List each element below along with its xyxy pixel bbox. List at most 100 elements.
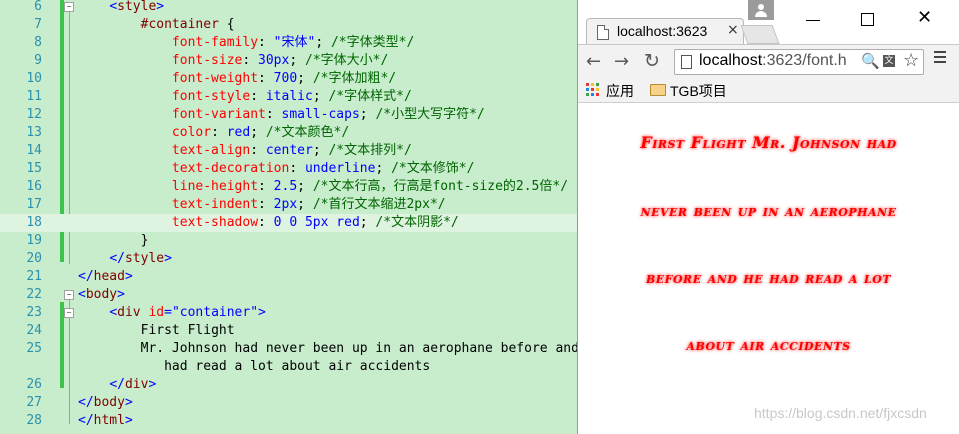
close-window-button[interactable]: ✕ bbox=[917, 7, 932, 28]
code-line[interactable]: 16 line-height: 2.5; /*文本行高，行高是font-size… bbox=[0, 178, 578, 196]
code-token: : bbox=[258, 179, 274, 194]
code-token: </ bbox=[78, 395, 94, 410]
line-number: 15 bbox=[26, 161, 42, 176]
code-token: text-align bbox=[171, 143, 251, 158]
user-icon bbox=[758, 4, 764, 10]
code-line[interactable]: 25 Mr. Johnson had never been up in an a… bbox=[0, 340, 578, 358]
forward-arrow-icon[interactable]: → bbox=[614, 51, 629, 72]
code-token: : bbox=[258, 71, 274, 86]
tab-close-icon[interactable]: × bbox=[727, 22, 739, 38]
bookmarks-bar: 应用 TGB项目 bbox=[578, 78, 959, 103]
code-token: < bbox=[109, 305, 118, 320]
code-text: </style> bbox=[78, 250, 172, 268]
code-token: ; bbox=[297, 71, 313, 86]
code-line[interactable]: 23 − <div id="container"> bbox=[0, 304, 578, 322]
code-line[interactable]: 21 </head> bbox=[0, 268, 578, 286]
code-token: id bbox=[148, 305, 165, 320]
code-token: : bbox=[258, 35, 274, 50]
reload-icon[interactable]: ↻ bbox=[644, 50, 660, 72]
code-line[interactable]: 27 </body> bbox=[0, 394, 578, 412]
code-token: /*首行文本缩进2px*/ bbox=[312, 197, 446, 212]
code-token: ; bbox=[375, 161, 392, 176]
code-line[interactable]: 20 </style> bbox=[0, 250, 578, 268]
zoom-icon[interactable]: 🔍 bbox=[861, 52, 880, 70]
url-text[interactable]: localhost:3623/font.h bbox=[699, 52, 865, 70]
code-token: "宋体" bbox=[273, 35, 316, 50]
page-info-icon[interactable] bbox=[681, 55, 692, 69]
minimize-button[interactable] bbox=[806, 20, 820, 21]
code-line[interactable]: 9 font-size: 30px; /*字体大小*/ bbox=[0, 52, 578, 70]
fold-toggle-icon[interactable]: − bbox=[64, 290, 74, 300]
code-token: /*字体大小*/ bbox=[305, 53, 389, 68]
code-token: > bbox=[148, 377, 157, 392]
code-token: > bbox=[124, 395, 133, 410]
code-token: font-style bbox=[171, 89, 251, 104]
code-token: font-size bbox=[171, 53, 243, 68]
fold-toggle-icon[interactable]: − bbox=[64, 2, 74, 12]
code-line[interactable]: 17 text-indent: 2px; /*首行文本缩进2px*/ bbox=[0, 196, 578, 214]
code-token: </ bbox=[78, 269, 94, 284]
code-line[interactable]: 28 </html> bbox=[0, 412, 578, 430]
address-bar[interactable]: localhost:3623/font.h 🔍 文 ☆ bbox=[674, 49, 924, 75]
code-line[interactable]: 12 font-variant: small-caps; /*小型大写字符*/ bbox=[0, 106, 578, 124]
code-text: <body> bbox=[78, 286, 125, 304]
code-token: div bbox=[124, 377, 149, 392]
code-token: : bbox=[289, 161, 305, 176]
code-line[interactable]: had read a lot about air accidents bbox=[0, 358, 578, 376]
code-token: red bbox=[226, 125, 251, 140]
line-number: 25 bbox=[26, 341, 42, 356]
browser-toolbar: ← → ↻ localhost:3623/font.h 🔍 文 ☆ bbox=[578, 44, 959, 79]
code-token: > bbox=[156, 0, 165, 14]
code-line[interactable]: 11 font-style: italic; /*字体样式*/ bbox=[0, 88, 578, 106]
new-tab-button[interactable] bbox=[740, 25, 780, 44]
maximize-button[interactable] bbox=[861, 13, 874, 26]
line-number: 19 bbox=[26, 233, 42, 248]
bookmark-star-icon[interactable]: ☆ bbox=[903, 50, 919, 71]
code-line[interactable]: 22 − <body> bbox=[0, 286, 578, 304]
bookmark-apps[interactable]: 应用 bbox=[606, 81, 634, 101]
fold-toggle-icon[interactable]: − bbox=[64, 308, 74, 318]
code-token: Mr. Johnson had never been up in an aero… bbox=[140, 341, 578, 356]
code-token: font-variant bbox=[171, 107, 266, 122]
back-arrow-icon[interactable]: ← bbox=[586, 51, 601, 72]
code-token: : bbox=[258, 215, 274, 230]
code-token: body bbox=[93, 395, 125, 410]
code-line[interactable]: 15 text-decoration: underline; /*文本修饰*/ bbox=[0, 160, 578, 178]
code-text: text-shadow: 0 0 5px red; /*文本阴影*/ bbox=[78, 214, 459, 232]
code-line[interactable]: 18 text-shadow: 0 0 5px red; /*文本阴影*/ bbox=[0, 214, 578, 232]
code-token: ; bbox=[312, 89, 329, 104]
code-token: /*文本排列*/ bbox=[328, 143, 412, 158]
code-token: /*文本修饰*/ bbox=[391, 161, 475, 176]
code-editor[interactable]: 6− <style> 7 #container {8 font-family: "… bbox=[0, 0, 578, 434]
code-line[interactable]: 8 font-family: "宋体"; /*字体类型*/ bbox=[0, 34, 578, 52]
code-text: </head> bbox=[78, 268, 133, 286]
translate-icon[interactable]: 文 bbox=[883, 55, 895, 67]
code-line[interactable]: 10 font-weight: 700; /*字体加粗*/ bbox=[0, 70, 578, 88]
apps-grid-icon[interactable] bbox=[586, 83, 600, 97]
code-text: text-decoration: underline; /*文本修饰*/ bbox=[78, 160, 474, 178]
line-number: 22 bbox=[26, 287, 42, 302]
code-token: : bbox=[265, 107, 282, 122]
user-profile-button[interactable] bbox=[748, 0, 774, 20]
menu-icon[interactable] bbox=[934, 51, 946, 66]
code-line[interactable]: 26 </div> bbox=[0, 376, 578, 394]
code-line[interactable]: 14 text-align: center; /*文本排列*/ bbox=[0, 142, 578, 160]
code-line[interactable]: 6 − <style> bbox=[0, 0, 578, 16]
code-line[interactable]: 19 } bbox=[0, 232, 578, 250]
browser-tab[interactable]: localhost:3623 × bbox=[586, 18, 744, 45]
bookmark-folder-tgb[interactable]: TGB项目 bbox=[670, 81, 727, 101]
code-line[interactable]: 7 #container { bbox=[0, 16, 578, 34]
code-token: ; bbox=[359, 107, 376, 122]
line-number: 11 bbox=[26, 89, 42, 104]
code-line[interactable]: 13 color: red; /*文本颜色*/ bbox=[0, 124, 578, 142]
code-line[interactable]: 24 First Flight bbox=[0, 322, 578, 340]
line-number: 24 bbox=[26, 323, 42, 338]
page-viewport: First Flight Mr. Johnson had never been … bbox=[578, 103, 959, 434]
